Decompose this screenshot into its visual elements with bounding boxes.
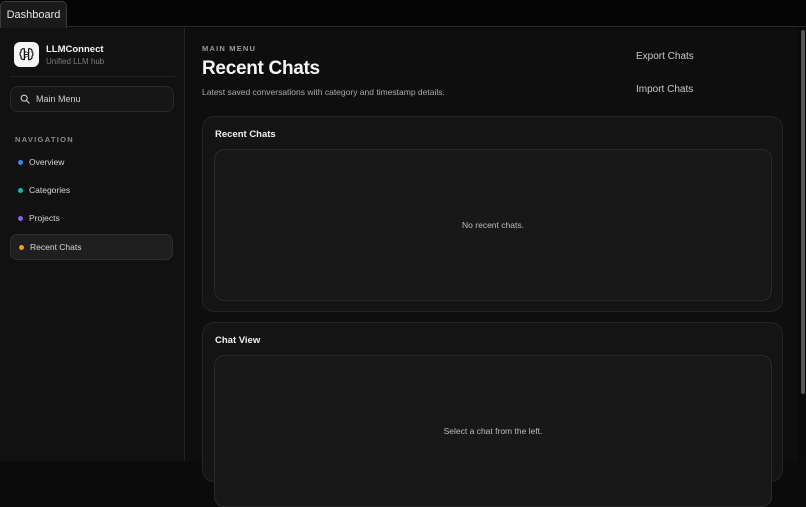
chat-view-empty-message: Select a chat from the left.	[443, 426, 543, 436]
sidebar-item-overview[interactable]: Overview	[10, 149, 173, 175]
sidebar-item-label: Recent Chats	[30, 242, 82, 252]
page-subtitle: Latest saved conversations with category…	[202, 87, 445, 97]
sidebar: LLMConnect Unified LLM hub Main Menu NAV…	[0, 28, 185, 461]
categories-dot-icon	[18, 187, 23, 193]
main-menu-search-button[interactable]: Main Menu	[10, 86, 174, 112]
main-scrollbar-thumb[interactable]	[801, 30, 805, 394]
nav-heading: NAVIGATION	[15, 135, 74, 144]
main-content: MAIN MENU Recent Chats Latest saved conv…	[186, 28, 798, 507]
search-icon	[20, 94, 30, 104]
section-eyebrow: MAIN MENU	[202, 44, 257, 53]
export-chats-button[interactable]: Export Chats	[636, 51, 694, 62]
brand-name: LLMConnect	[46, 44, 104, 55]
chat-view-panel: Select a chat from the left.	[214, 355, 772, 507]
chat-view-card-title: Chat View	[215, 335, 261, 346]
window-tab-bar: Dashboard	[0, 0, 806, 28]
sidebar-item-projects[interactable]: Projects	[10, 205, 173, 231]
page-title: Recent Chats	[202, 58, 320, 79]
recent-chats-card-title: Recent Chats	[215, 129, 276, 140]
tab-dashboard[interactable]: Dashboard	[0, 1, 67, 28]
main-menu-label: Main Menu	[36, 94, 81, 104]
sidebar-item-label: Projects	[29, 213, 60, 223]
recent-chats-dot-icon	[19, 244, 24, 250]
projects-dot-icon	[18, 215, 23, 221]
recent-chats-card: Recent Chats No recent chats.	[202, 116, 783, 312]
brain-logo-icon	[14, 42, 39, 67]
sidebar-item-recent-chats[interactable]: Recent Chats	[10, 234, 173, 260]
overview-dot-icon	[18, 159, 23, 165]
import-chats-button[interactable]: Import Chats	[636, 84, 693, 95]
sidebar-item-label: Categories	[29, 185, 71, 195]
sidebar-item-label: Overview	[29, 157, 65, 167]
sidebar-item-categories[interactable]: Categories	[10, 177, 173, 203]
brand: LLMConnect Unified LLM hub	[14, 42, 174, 70]
recent-chats-list: No recent chats.	[214, 149, 772, 301]
recent-chats-empty-message: No recent chats.	[462, 220, 524, 230]
chat-view-card: Chat View Select a chat from the left.	[202, 322, 783, 507]
brand-divider	[10, 76, 175, 77]
brand-subtitle: Unified LLM hub	[46, 57, 105, 66]
